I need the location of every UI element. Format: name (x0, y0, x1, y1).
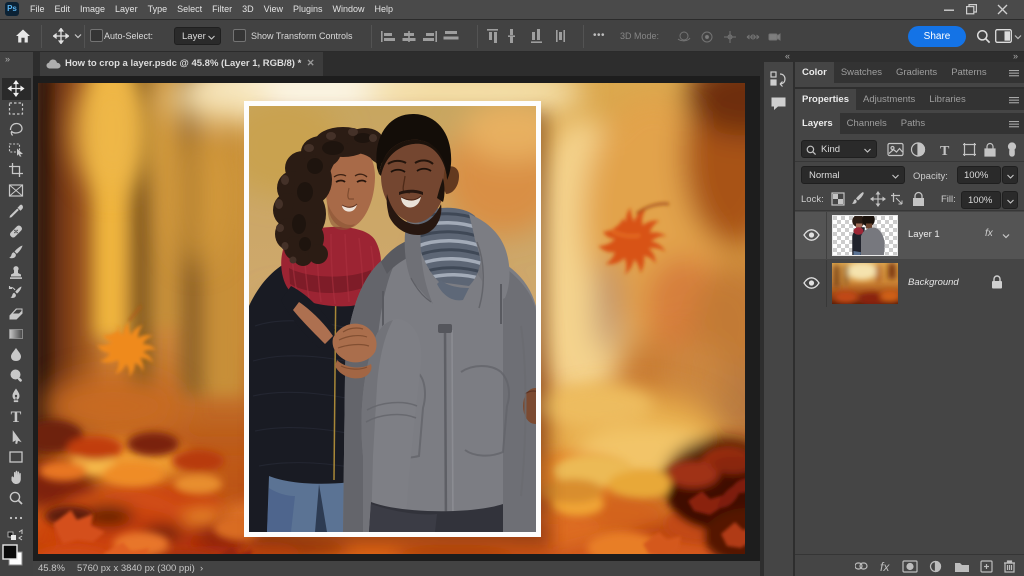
svg-text:T: T (11, 409, 22, 426)
svg-text:fx: fx (880, 560, 890, 573)
svg-text:»: » (5, 54, 10, 64)
svg-text:T: T (940, 144, 950, 158)
